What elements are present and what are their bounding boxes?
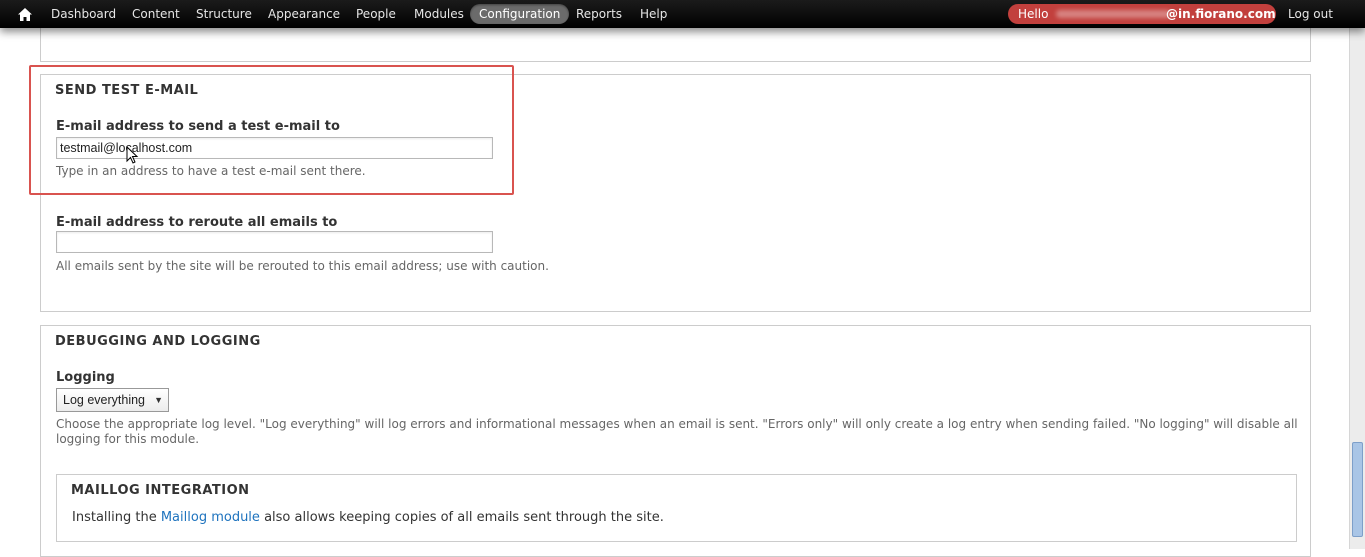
menu-structure[interactable]: Structure xyxy=(196,4,252,24)
maillog-legend: MAILLOG INTEGRATION xyxy=(71,483,250,498)
maillog-text: Installing the Maillog module also allow… xyxy=(72,510,664,525)
menu-help[interactable]: Help xyxy=(640,4,667,24)
logout-link[interactable]: Log out xyxy=(1288,4,1333,24)
page-scrollbar[interactable] xyxy=(1349,28,1365,549)
hello-text: Hello xyxy=(1018,7,1049,21)
mouse-cursor-icon xyxy=(126,146,139,164)
maillog-text-after: also allows keeping copies of all emails… xyxy=(264,510,664,525)
maillog-module-link[interactable]: Maillog module xyxy=(161,510,260,525)
highlight-box xyxy=(29,65,514,195)
menu-modules[interactable]: Modules xyxy=(414,4,464,24)
reroute-description: All emails sent by the site will be rero… xyxy=(56,259,549,273)
admin-toolbar: Dashboard Content Structure Appearance P… xyxy=(0,0,1365,28)
menu-reports[interactable]: Reports xyxy=(576,4,622,24)
menu-people[interactable]: People xyxy=(356,4,396,24)
logging-selected-value: Log everything xyxy=(63,393,146,407)
user-domain: @in.fiorano.com xyxy=(1166,7,1276,21)
reroute-email-input[interactable] xyxy=(56,231,493,253)
debugging-legend: DEBUGGING AND LOGGING xyxy=(55,334,261,349)
logging-select[interactable]: Log everything ▼ xyxy=(56,388,169,412)
reroute-label: E-mail address to reroute all emails to xyxy=(56,215,338,230)
scrollbar-thumb[interactable] xyxy=(1352,442,1363,537)
maillog-text-before: Installing the xyxy=(72,510,157,525)
menu-configuration[interactable]: Configuration xyxy=(470,4,570,24)
redacted-username xyxy=(1056,10,1171,18)
user-greeting[interactable]: Hello @in.fiorano.com xyxy=(1008,4,1276,24)
logging-description: Choose the appropriate log level. "Log e… xyxy=(56,417,1298,446)
home-icon[interactable] xyxy=(17,6,33,22)
dropdown-arrow-icon: ▼ xyxy=(154,395,163,405)
logging-label: Logging xyxy=(56,370,115,385)
menu-appearance[interactable]: Appearance xyxy=(268,4,340,24)
menu-content[interactable]: Content xyxy=(132,4,180,24)
menu-dashboard[interactable]: Dashboard xyxy=(51,4,116,24)
